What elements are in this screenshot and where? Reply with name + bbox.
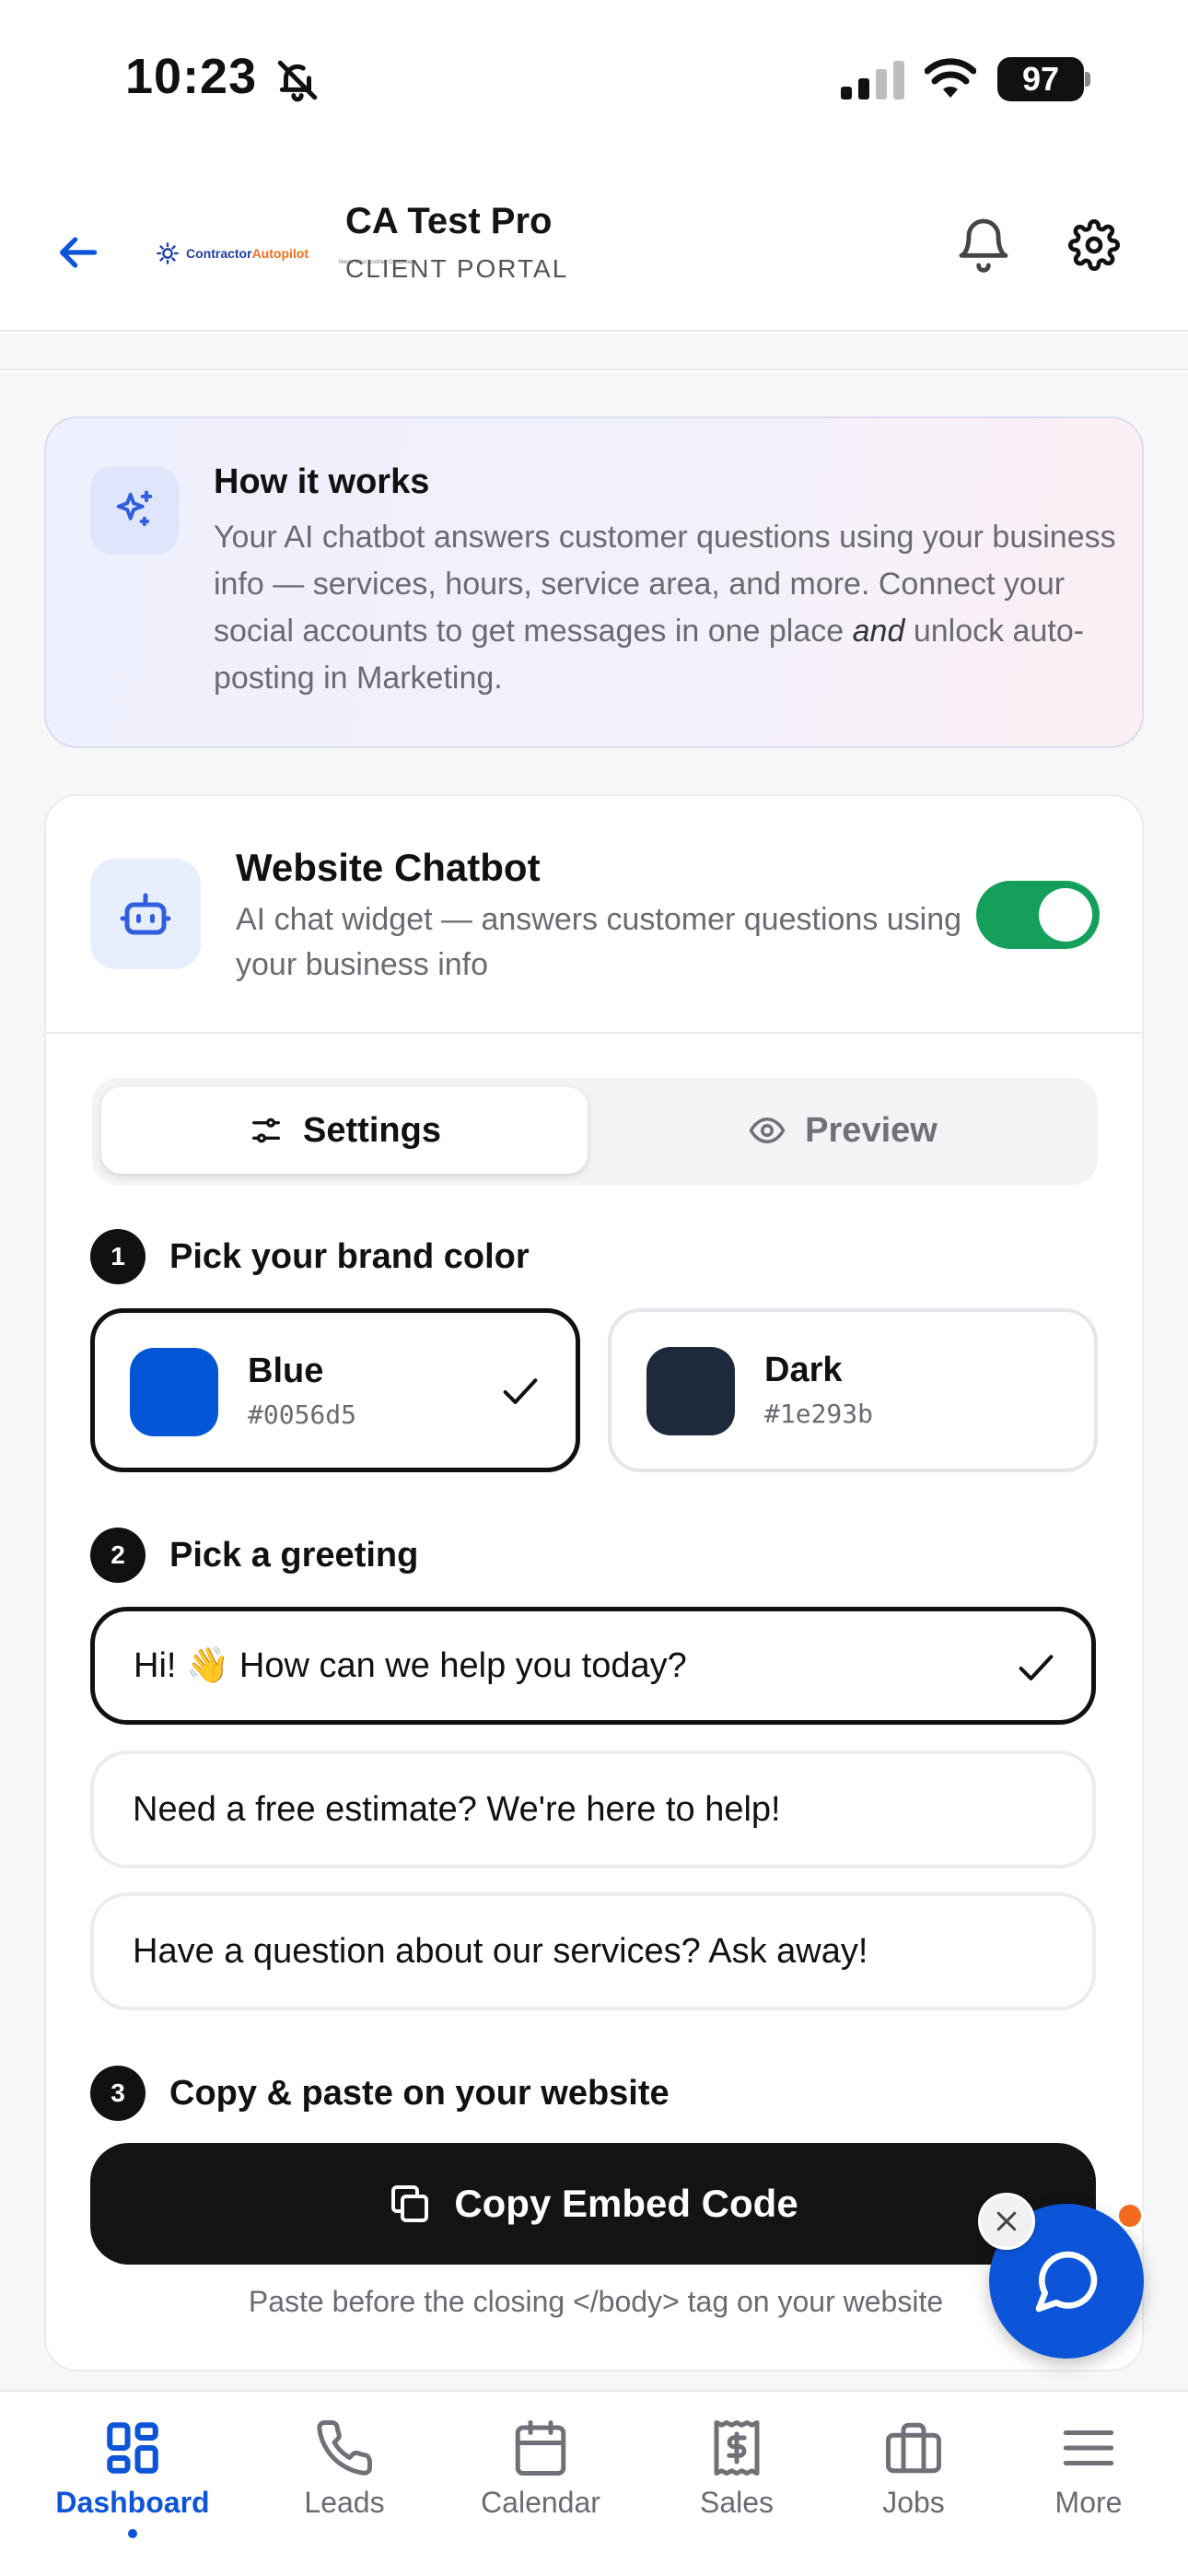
battery-indicator: 97 bbox=[997, 57, 1084, 101]
color-name: Blue bbox=[248, 1352, 324, 1390]
status-bar: 10:23 97 bbox=[0, 0, 1188, 157]
close-icon bbox=[996, 2211, 1017, 2231]
divider bbox=[46, 1032, 1142, 1034]
briefcase-icon bbox=[886, 2422, 941, 2474]
menu-icon bbox=[1063, 2430, 1114, 2465]
copy-embed-code-label: Copy Embed Code bbox=[454, 2182, 798, 2225]
color-option-blue[interactable]: Blue #0056d5 bbox=[90, 1308, 580, 1472]
chatbot-enabled-toggle[interactable] bbox=[976, 881, 1100, 949]
step-label: Copy & paste on your website bbox=[169, 2073, 670, 2113]
bot-icon bbox=[120, 893, 171, 935]
chat-widget-close-button[interactable] bbox=[978, 2193, 1035, 2250]
signal-icon bbox=[841, 61, 904, 100]
nav-label: More bbox=[1054, 2486, 1123, 2519]
step-number: 1 bbox=[90, 1229, 146, 1284]
notification-bell-icon[interactable] bbox=[954, 214, 1013, 273]
tab-settings-label: Settings bbox=[303, 1110, 441, 1150]
battery-tip bbox=[1085, 72, 1090, 87]
tab-preview-label: Preview bbox=[805, 1110, 938, 1150]
how-it-works-body: Your AI chatbot answers customer questio… bbox=[214, 520, 1116, 696]
sparkles-icon bbox=[116, 490, 153, 527]
toggle-knob bbox=[1039, 888, 1092, 942]
check-icon bbox=[1019, 1655, 1054, 1680]
settings-gear-icon[interactable] bbox=[1068, 219, 1120, 271]
copy-hint: Paste before the closing </body> tag on … bbox=[248, 2285, 944, 2318]
greeting-option[interactable]: Have a question about our services? Ask … bbox=[90, 1892, 1096, 2010]
nav-item-sales[interactable]: Sales bbox=[645, 2418, 829, 2520]
nav-label: Jobs bbox=[882, 2486, 945, 2519]
step-label: Pick your brand color bbox=[169, 1236, 530, 1276]
color-swatch bbox=[130, 1348, 218, 1436]
logo-text: ContractorAutopilot bbox=[186, 246, 309, 261]
nav-item-calendar[interactable]: Calendar bbox=[448, 2418, 633, 2520]
bell-off-icon bbox=[277, 60, 318, 102]
how-it-works-title: How it works bbox=[214, 463, 430, 501]
check-icon bbox=[503, 1378, 538, 1404]
greeting-option[interactable]: Hi! 👋 How can we help you today? bbox=[90, 1607, 1096, 1725]
chat-bubble-icon bbox=[1035, 2251, 1098, 2313]
greeting-text: Have a question about our services? Ask … bbox=[133, 1931, 868, 1971]
color-name: Dark bbox=[764, 1351, 843, 1389]
how-it-works-card: How it works Your AI chatbot answers cus… bbox=[44, 416, 1144, 748]
receipt-dollar-icon bbox=[714, 2420, 760, 2476]
bot-icon-container bbox=[90, 859, 201, 969]
page-subtitle: CLIENT PORTAL bbox=[345, 254, 569, 283]
step-number: 2 bbox=[90, 1528, 146, 1583]
nav-item-leads[interactable]: Leads bbox=[252, 2418, 437, 2520]
notification-dot bbox=[1116, 2202, 1144, 2230]
settings-preview-tabs: Settings Preview bbox=[92, 1078, 1098, 1185]
website-chatbot-card: Website Chatbot AI chat widget — answers… bbox=[44, 794, 1144, 2371]
copy-embed-code-button[interactable]: Copy Embed Code bbox=[90, 2143, 1096, 2265]
wifi-icon bbox=[925, 58, 976, 98]
dashboard-icon bbox=[107, 2422, 158, 2474]
active-indicator bbox=[128, 2529, 137, 2538]
step-2: 2 Pick a greeting bbox=[90, 1528, 418, 1583]
app-header: ContractorAutopilot Never Miss Another C… bbox=[0, 193, 1188, 332]
page-title: CA Test Pro bbox=[345, 201, 553, 241]
logo-gear-icon bbox=[157, 242, 179, 264]
greeting-text: Need a free estimate? We're here to help… bbox=[133, 1789, 781, 1829]
nav-item-more[interactable]: More bbox=[996, 2418, 1181, 2520]
chatbot-description: AI chat widget — answers customer questi… bbox=[236, 902, 962, 982]
color-hex: #0056d5 bbox=[248, 1399, 357, 1430]
chatbot-title: Website Chatbot bbox=[236, 846, 541, 889]
nav-label: Sales bbox=[699, 2486, 775, 2519]
calendar-icon bbox=[515, 2420, 566, 2476]
nav-label: Dashboard bbox=[55, 2486, 210, 2519]
step-number: 3 bbox=[90, 2066, 146, 2121]
step-1: 1 Pick your brand color bbox=[90, 1229, 530, 1284]
status-time: 10:23 bbox=[125, 49, 258, 104]
bottom-nav: Dashboard Leads Calendar Sales Jobs More bbox=[0, 2390, 1188, 2576]
back-arrow-icon[interactable] bbox=[52, 227, 103, 278]
sliders-icon bbox=[252, 1118, 281, 1143]
greeting-text: Hi! 👋 How can we help you today? bbox=[134, 1646, 687, 1685]
color-hex: #1e293b bbox=[764, 1399, 874, 1429]
step-label: Pick a greeting bbox=[169, 1535, 419, 1575]
phone-icon bbox=[317, 2420, 372, 2476]
company-logo: ContractorAutopilot Never Miss Another C… bbox=[155, 230, 413, 276]
copy-icon bbox=[391, 2185, 429, 2222]
nav-item-jobs[interactable]: Jobs bbox=[821, 2418, 1006, 2520]
tab-preview[interactable]: Preview bbox=[597, 1087, 1089, 1174]
content-top-strip bbox=[0, 334, 1188, 370]
step-3: 3 Copy & paste on your website bbox=[90, 2066, 670, 2121]
greeting-option[interactable]: Need a free estimate? We're here to help… bbox=[90, 1751, 1096, 1868]
nav-item-dashboard[interactable]: Dashboard bbox=[41, 2418, 225, 2538]
color-option-dark[interactable]: Dark #1e293b bbox=[608, 1308, 1098, 1472]
nav-label: Leads bbox=[304, 2486, 385, 2519]
eye-icon bbox=[749, 1118, 786, 1143]
nav-label: Calendar bbox=[481, 2486, 600, 2519]
tab-settings[interactable]: Settings bbox=[101, 1087, 588, 1174]
color-swatch bbox=[646, 1347, 735, 1435]
sparkles-icon-container bbox=[90, 466, 179, 555]
